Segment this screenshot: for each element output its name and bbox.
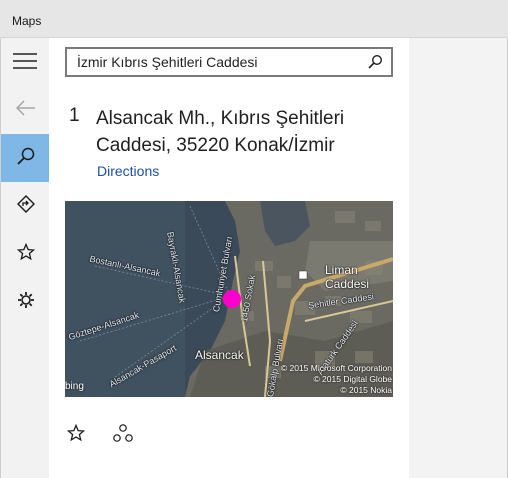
map-label-liman: Liman Caddesi [325, 263, 370, 291]
map-copyright-line-1: © 2015 Microsoft Corporation [280, 363, 392, 373]
search-box [65, 47, 393, 77]
hamburger-menu-button[interactable] [1, 39, 50, 87]
back-button[interactable] [1, 86, 50, 134]
map-label-alsancak: Alsancak [195, 348, 244, 362]
search-input[interactable] [77, 53, 357, 71]
map-copyright-line-3: © 2015 Nokia [340, 385, 392, 395]
result-actions [65, 422, 185, 446]
back-arrow-icon [15, 99, 36, 121]
map-copyright-line-2: © 2015 Digital Globe [313, 374, 392, 384]
window-title: Maps [12, 14, 42, 28]
bing-logo: bing [65, 381, 84, 392]
search-submit-button[interactable] [367, 54, 383, 70]
directions-icon [16, 194, 35, 218]
sidebar-item-search[interactable] [1, 134, 50, 182]
gear-icon [17, 291, 35, 314]
share-button[interactable] [112, 422, 134, 444]
share-icon [113, 424, 133, 442]
hamburger-menu-icon [12, 52, 39, 74]
favorite-button[interactable] [65, 422, 87, 444]
results-pane: 1 Alsancak Mh., Kıbrıs Şehitleri Caddesi… [49, 38, 409, 478]
sidebar-item-directions[interactable] [1, 182, 50, 230]
map-thumbnail[interactable]: Bayraklı-Alsancak Bostanlı-Alsancak Gözt… [65, 201, 393, 397]
result-address[interactable]: Alsancak Mh., Kıbrıs Şehitleri Caddesi, … [96, 105, 396, 159]
search-icon [368, 54, 383, 69]
sidebar-item-favorites[interactable] [1, 230, 50, 278]
sidebar [0, 38, 50, 478]
directions-link[interactable]: Directions [97, 163, 159, 179]
location-pin [223, 290, 241, 308]
star-icon [16, 242, 35, 266]
title-bar: Maps [0, 0, 508, 38]
search-icon [16, 147, 35, 170]
star-icon [67, 424, 85, 442]
map-background[interactable] [409, 38, 508, 478]
sidebar-item-settings[interactable] [1, 278, 50, 326]
result-index: 1 [69, 105, 80, 126]
